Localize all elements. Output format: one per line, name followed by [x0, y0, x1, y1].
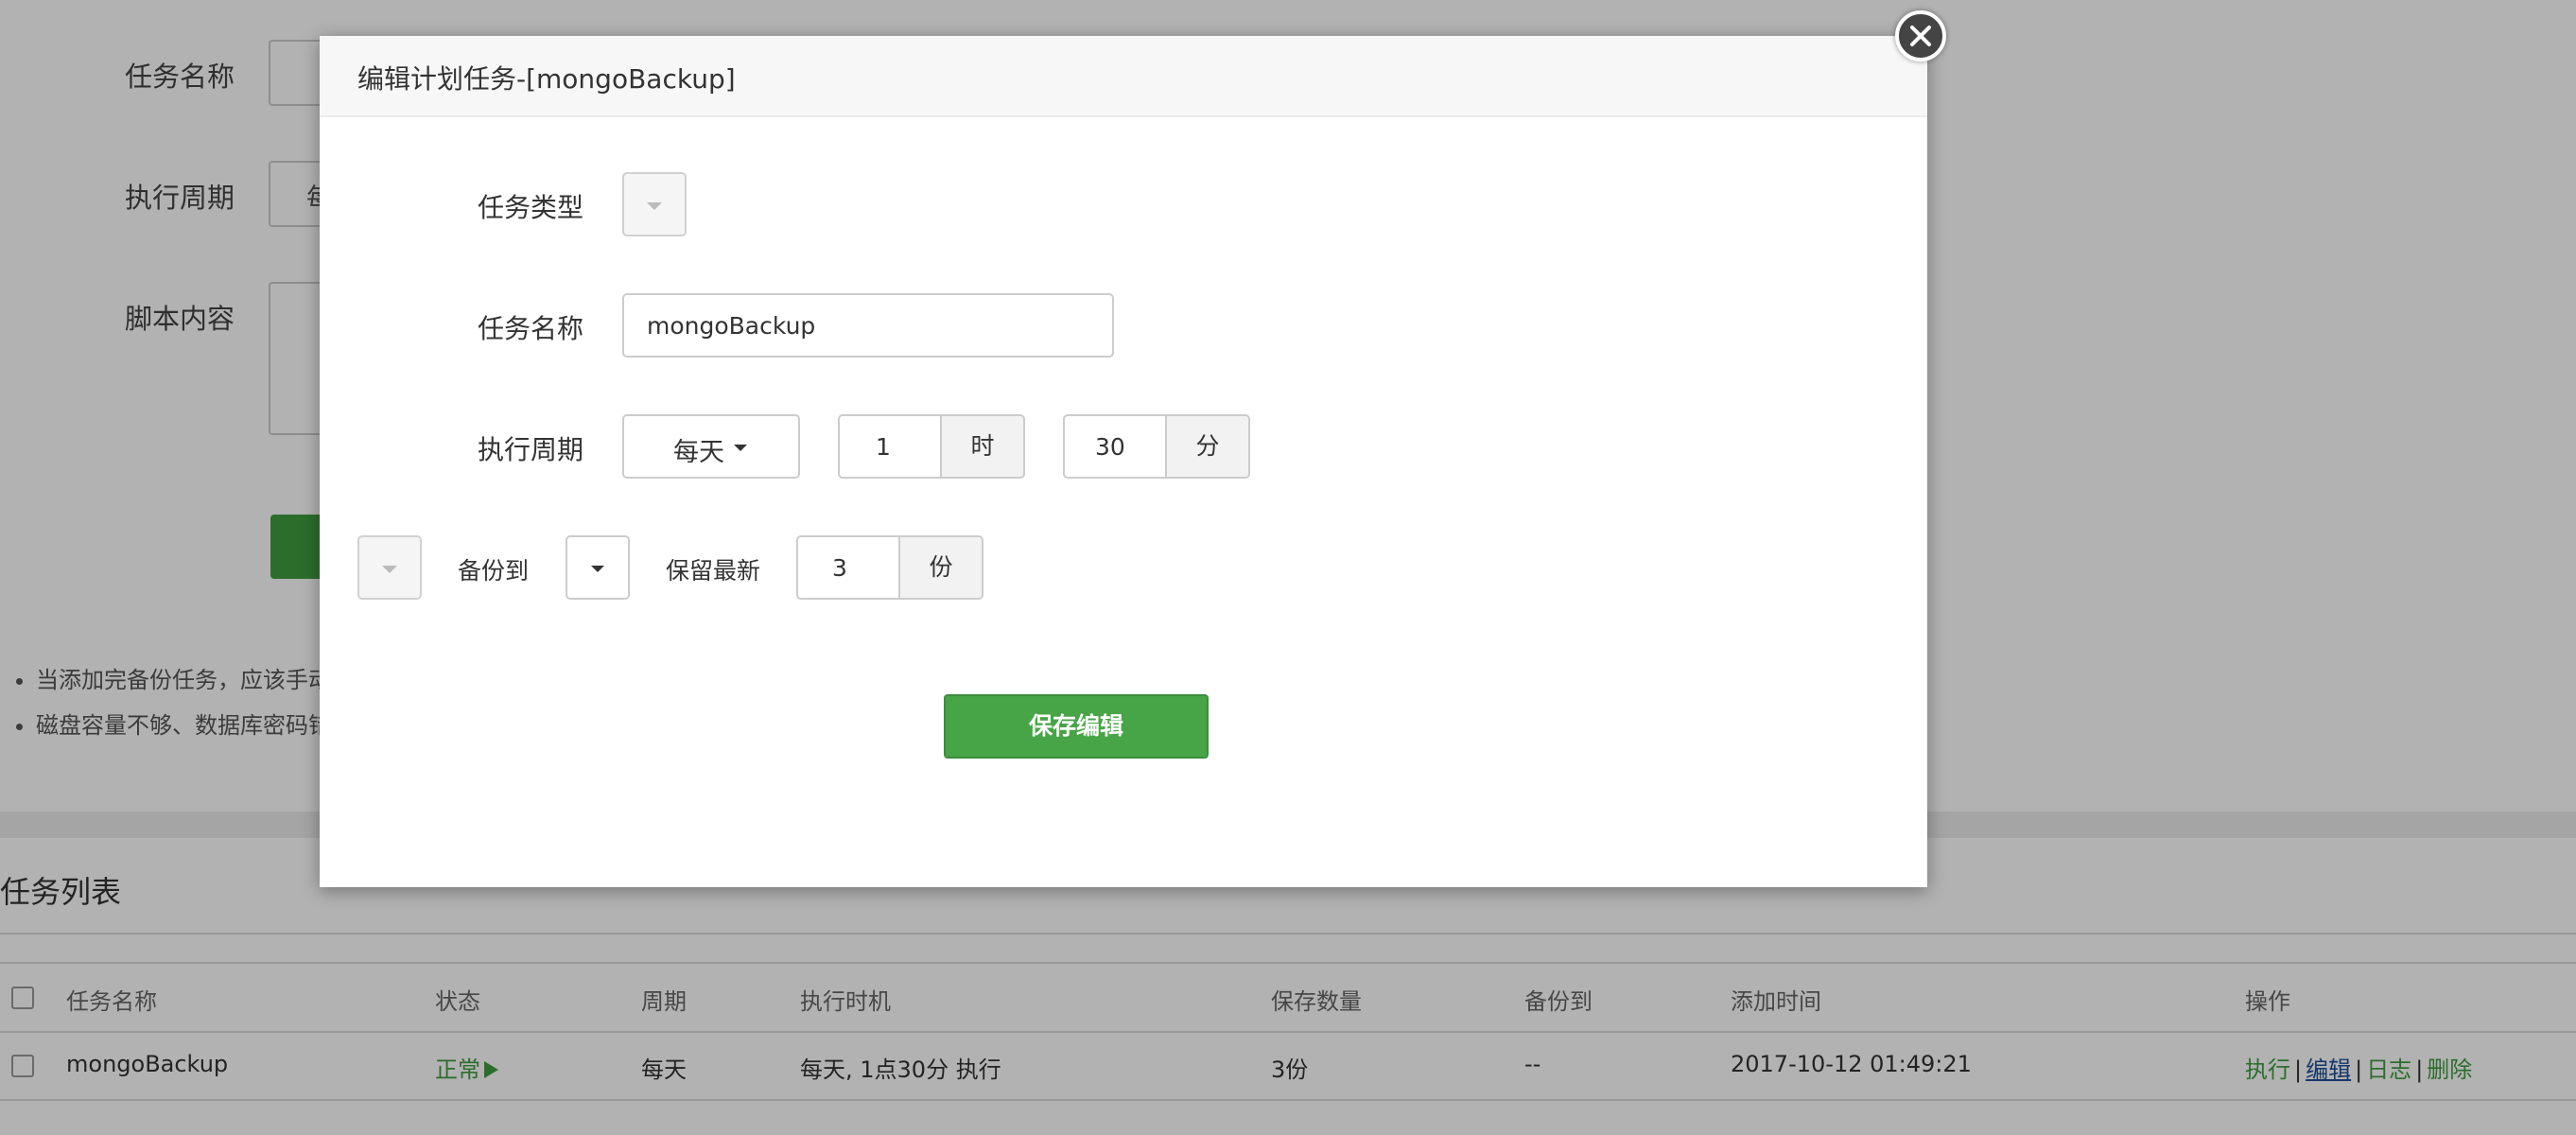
- hour-input[interactable]: 1: [838, 414, 942, 479]
- backup-to-label: 备份到: [458, 557, 530, 585]
- keep-count-input-value: 3: [832, 554, 847, 582]
- keep-unit-addon: 份: [898, 535, 983, 600]
- hour-input-value: 1: [876, 433, 891, 461]
- minute-input-value: 30: [1095, 433, 1125, 461]
- task-type-select[interactable]: [622, 172, 687, 236]
- task-name-input[interactable]: mongoBackup: [622, 293, 1114, 358]
- caret-down-icon: [591, 566, 604, 572]
- keep-count-input[interactable]: 3: [796, 535, 900, 600]
- task-type-label: 任务类型: [478, 192, 584, 223]
- hour-unit-addon: 时: [940, 414, 1025, 479]
- modal-header: 编辑计划任务-[mongoBackup]: [320, 36, 1927, 117]
- edit-task-modal: 编辑计划任务-[mongoBackup] 任务类型 任务名称 mongoBack…: [320, 36, 1927, 887]
- caret-down-icon: [734, 445, 747, 451]
- close-modal-button[interactable]: [1895, 10, 1946, 61]
- close-icon: [1910, 26, 1931, 46]
- caret-down-icon: [382, 566, 397, 573]
- save-edit-button[interactable]: 保存编辑: [944, 694, 1209, 759]
- cycle-select[interactable]: 每天: [622, 414, 800, 479]
- minute-unit-addon: 分: [1165, 414, 1250, 479]
- backup-to-select[interactable]: [566, 535, 630, 600]
- task-name-input-value: mongoBackup: [647, 312, 816, 340]
- modal-title: 编辑计划任务-[mongoBackup]: [357, 63, 736, 95]
- cycle-select-value: 每天: [673, 438, 724, 467]
- minute-input[interactable]: 30: [1063, 414, 1167, 479]
- cycle-label: 执行周期: [478, 434, 584, 465]
- caret-down-icon: [647, 202, 662, 210]
- task-name-label: 任务名称: [478, 313, 584, 344]
- backup-source-select[interactable]: [357, 535, 422, 600]
- keep-latest-label: 保留最新: [666, 557, 761, 585]
